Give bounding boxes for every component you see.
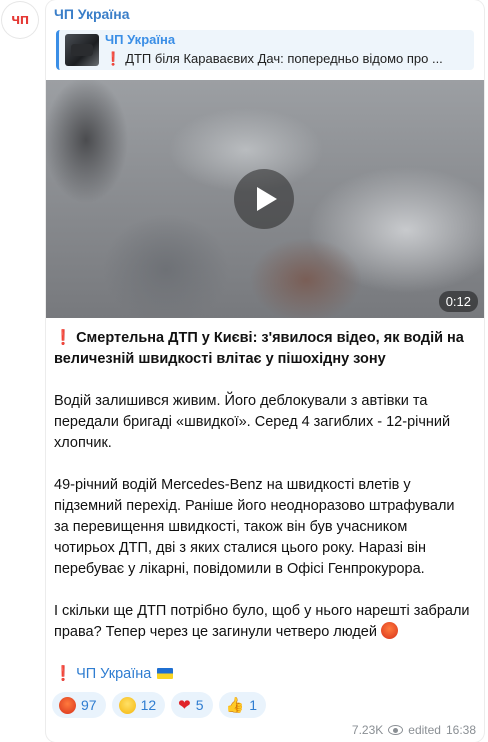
reply-preview[interactable]: ЧП Україна ❗ ДТП біля Караваєвих Дач: поп… xyxy=(56,30,474,70)
edited-label: edited xyxy=(408,723,441,737)
reply-sender: ЧП Україна xyxy=(105,32,176,47)
reactions-bar: 97 12 ❤ 5 👍 1 xyxy=(52,692,267,718)
message-meta: 7.23K edited 16:38 xyxy=(352,723,476,737)
sad-face-icon xyxy=(118,696,136,714)
post-paragraph-2: 49-річний водій Mercedes-Benz на швидкос… xyxy=(54,477,455,577)
angry-face-icon xyxy=(59,696,76,714)
reaction-heart[interactable]: ❤ 5 xyxy=(171,692,213,718)
post-signature[interactable]: ❗ ЧП Україна xyxy=(54,664,470,685)
message-time: 16:38 xyxy=(445,723,476,737)
sender-name[interactable]: ЧП Україна xyxy=(54,6,130,22)
thumbs-up-icon: 👍 xyxy=(225,697,245,714)
heart-icon: ❤ xyxy=(178,697,191,714)
reaction-thumbs-up[interactable]: 👍 1 xyxy=(218,692,267,718)
avatar-text: ЧП xyxy=(11,13,29,27)
reply-snippet: ❗ ДТП біля Караваєвих Дач: попередньо від… xyxy=(105,51,443,66)
exclamation-icon: ❗ xyxy=(105,51,122,66)
angry-face-icon xyxy=(380,622,398,639)
view-count: 7.23K xyxy=(351,723,384,737)
eye-icon xyxy=(388,725,404,735)
reply-thumbnail xyxy=(65,34,99,66)
video-player[interactable]: 0:12 xyxy=(46,80,484,318)
channel-avatar[interactable]: ЧП xyxy=(2,2,38,38)
post-paragraph-3: І скільки ще ДТП потрібно було, щоб у нь… xyxy=(54,603,470,640)
reaction-angry[interactable]: 97 xyxy=(52,692,106,718)
post-headline: ❗ Смертельна ДТП у Києві: з'явилося відео… xyxy=(54,330,464,367)
exclamation-icon: ❗ xyxy=(54,330,73,346)
exclamation-icon: ❗ xyxy=(54,666,73,682)
reaction-sad[interactable]: 12 xyxy=(111,692,166,718)
post-paragraph-1: Водій залишився живим. Його деблокували … xyxy=(54,393,451,451)
play-button[interactable] xyxy=(234,169,294,229)
video-duration: 0:12 xyxy=(438,291,478,312)
play-icon xyxy=(256,187,277,211)
ukraine-flag-icon xyxy=(157,668,174,679)
